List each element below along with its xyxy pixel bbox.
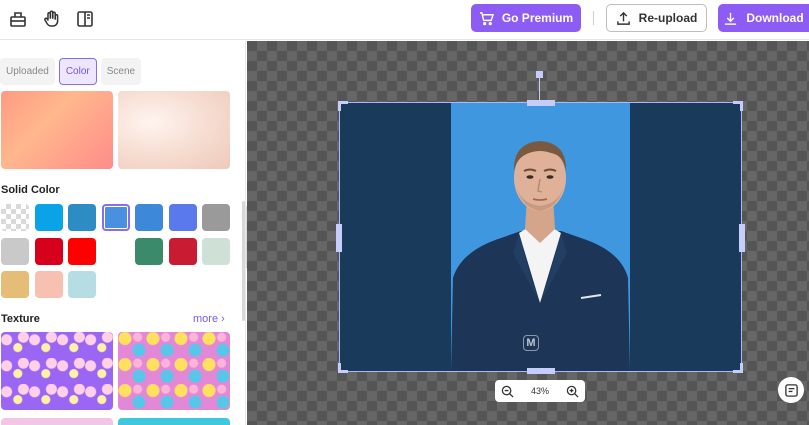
color-swatch[interactable] bbox=[135, 237, 163, 265]
transparent-swatch[interactable] bbox=[1, 204, 29, 231]
re-upload-label: Re-upload bbox=[638, 11, 698, 25]
color-swatch[interactable] bbox=[202, 204, 230, 231]
color-swatch[interactable] bbox=[168, 237, 197, 265]
zoom-in-icon[interactable] bbox=[566, 385, 579, 398]
panel-scrollbar[interactable] bbox=[242, 201, 245, 321]
rotate-handle-line bbox=[539, 75, 540, 101]
tab-scene[interactable]: Scene bbox=[100, 58, 142, 85]
top-toolbar: Go Premium Re-upload Download bbox=[0, 0, 809, 40]
zoom-control: 43% bbox=[495, 380, 585, 402]
toolbar-divider bbox=[593, 11, 594, 25]
resize-handle-bottom[interactable] bbox=[527, 368, 555, 374]
tab-color[interactable]: Color bbox=[58, 58, 97, 85]
color-swatch[interactable] bbox=[101, 204, 130, 231]
feedback-button[interactable] bbox=[778, 377, 804, 403]
hand-icon[interactable] bbox=[41, 8, 63, 30]
color-swatch[interactable] bbox=[68, 237, 96, 265]
color-swatch[interactable] bbox=[68, 271, 96, 298]
rotate-handle[interactable] bbox=[536, 71, 543, 78]
download-label: Download bbox=[746, 11, 804, 25]
resize-handle-left[interactable] bbox=[336, 224, 342, 252]
cart-icon bbox=[479, 11, 494, 25]
solid-color-title: Solid Color bbox=[1, 184, 60, 196]
layers-icon[interactable] bbox=[7, 8, 29, 30]
gradient-background-thumbnail[interactable] bbox=[1, 91, 113, 169]
color-swatch[interactable] bbox=[135, 204, 163, 231]
color-swatch[interactable] bbox=[34, 237, 63, 265]
resize-handle-top-right[interactable] bbox=[733, 101, 743, 111]
photo-frame[interactable]: M bbox=[336, 100, 745, 374]
resize-handle-top-left[interactable] bbox=[338, 101, 348, 111]
color-swatch[interactable] bbox=[168, 204, 197, 231]
color-swatch[interactable] bbox=[1, 237, 29, 265]
split-view-icon[interactable] bbox=[74, 8, 96, 30]
texture-thumbnail-partial[interactable] bbox=[118, 418, 230, 425]
texture-thumbnail-partial[interactable] bbox=[1, 418, 113, 425]
resize-handle-top[interactable] bbox=[527, 100, 555, 106]
watermark-logo: M bbox=[523, 335, 539, 351]
more-textures-link[interactable]: more › bbox=[193, 313, 225, 325]
color-swatch[interactable] bbox=[34, 271, 63, 298]
go-premium-button[interactable]: Go Premium bbox=[471, 4, 581, 32]
resize-handle-bottom-left[interactable] bbox=[338, 363, 348, 373]
upload-icon bbox=[616, 11, 630, 25]
background-panel: Uploaded Color Scene Solid Color Texture… bbox=[0, 41, 246, 425]
background-tabs: Uploaded Color Scene bbox=[0, 58, 142, 85]
resize-handle-bottom-right[interactable] bbox=[733, 363, 743, 373]
portrait-photo: M bbox=[451, 103, 630, 371]
color-swatch[interactable] bbox=[1, 271, 29, 298]
download-icon bbox=[725, 12, 737, 25]
zoom-level: 43% bbox=[530, 386, 549, 396]
tab-uploaded[interactable]: Uploaded bbox=[0, 58, 55, 85]
color-swatch[interactable] bbox=[68, 204, 96, 231]
zoom-out-icon[interactable] bbox=[501, 385, 514, 398]
download-button[interactable]: Download bbox=[718, 4, 809, 32]
texture-title: Texture bbox=[1, 313, 40, 325]
person-illustration bbox=[451, 141, 630, 371]
feedback-icon bbox=[784, 383, 798, 397]
color-swatch[interactable] bbox=[34, 204, 63, 231]
resize-handle-right[interactable] bbox=[739, 224, 745, 252]
purple-floral-texture[interactable] bbox=[1, 332, 113, 410]
go-premium-label: Go Premium bbox=[501, 11, 574, 25]
watercolor-background-thumbnail[interactable] bbox=[118, 91, 230, 169]
re-upload-button[interactable]: Re-upload bbox=[606, 4, 707, 32]
color-swatch[interactable] bbox=[202, 237, 230, 265]
pink-floral-texture[interactable] bbox=[118, 332, 230, 410]
color-swatch[interactable] bbox=[101, 237, 130, 265]
